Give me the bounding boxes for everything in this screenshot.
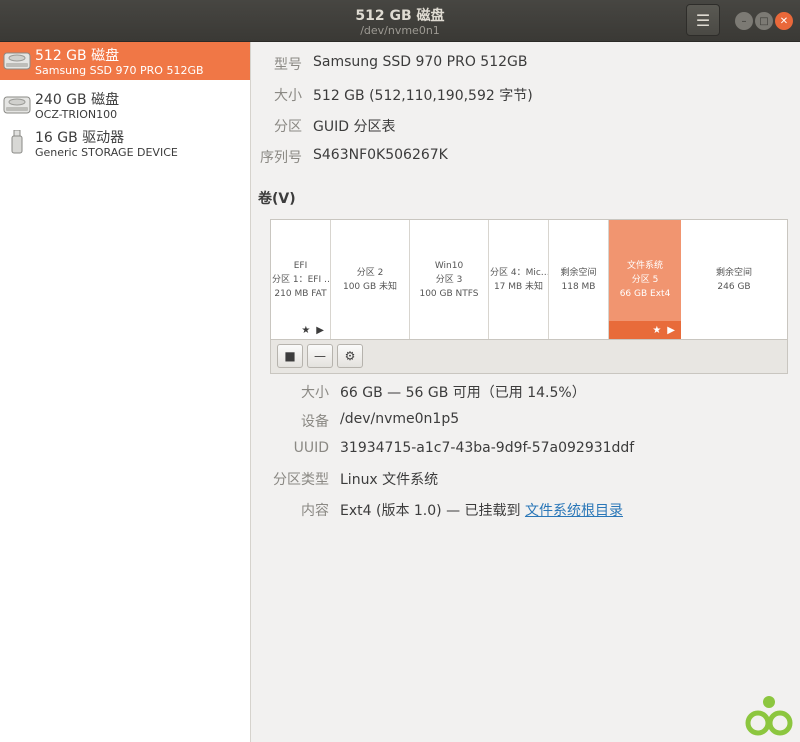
- drive-item-16gb[interactable]: 16 GB 驱动器 Generic STORAGE DEVICE: [0, 124, 250, 162]
- partition-block[interactable]: Win10 分区 3 100 GB NTFS: [410, 220, 489, 339]
- partition-block[interactable]: 分区 2 100 GB 未知: [331, 220, 410, 339]
- drive-name: 16 GB 驱动器: [35, 130, 125, 146]
- info-value: 512 GB (512,110,190,592 字节): [313, 88, 533, 104]
- partition-label: 246 GB: [717, 281, 751, 292]
- detail-value: Ext4 (版本 1.0) — 已挂载到: [340, 503, 525, 519]
- info-row-model: 型号 Samsung SSD 970 PRO 512GB: [252, 54, 800, 76]
- detail-value-wrapper: Ext4 (版本 1.0) — 已挂载到 文件系统根目录: [340, 500, 623, 520]
- partition-label: 100 GB 未知: [342, 281, 398, 292]
- detail-row-partition-type: 分区类型 Linux 文件系统: [252, 469, 800, 491]
- partition-label: EFI: [293, 260, 308, 271]
- drive-item-512gb[interactable]: 512 GB 磁盘 Samsung SSD 970 PRO 512GB: [0, 42, 250, 80]
- minimize-button[interactable]: –: [735, 12, 753, 30]
- info-label: 分区: [274, 119, 302, 135]
- info-row-size: 大小 512 GB (512,110,190,592 字节): [252, 85, 800, 107]
- partition-settings-button[interactable]: ⚙: [337, 344, 363, 368]
- info-row-partitioning: 分区 GUID 分区表: [252, 116, 800, 138]
- partition-label: 66 GB Ext4: [619, 288, 671, 299]
- mount-point-link[interactable]: 文件系统根目录: [525, 503, 623, 519]
- partition-label: 分区 5: [631, 274, 659, 285]
- window-title: 512 GB 磁盘: [355, 8, 445, 24]
- partition-block[interactable]: EFI 分区 1：EFI … 210 MB FAT ★ ▶: [271, 220, 331, 339]
- hdd-icon: [3, 52, 31, 70]
- partition-label: 剩余空间: [560, 267, 597, 278]
- partition-flags: ★ ▶: [271, 321, 330, 339]
- menu-icon: ☰: [695, 10, 711, 30]
- partition-label: 剩余空间: [715, 267, 752, 278]
- maximize-button[interactable]: □: [755, 12, 773, 30]
- drive-model: Samsung SSD 970 PRO 512GB: [35, 64, 204, 77]
- detail-value: 66 GB — 56 GB 可用（已用 14.5%）: [340, 385, 586, 401]
- detail-value: Linux 文件系统: [340, 472, 439, 488]
- stop-icon: ■: [284, 349, 296, 363]
- partition-label: 118 MB: [561, 281, 596, 292]
- info-value: S463NF0K506267K: [313, 147, 448, 163]
- partition-label: 17 MB 未知: [493, 281, 544, 292]
- star-icon: ★: [652, 324, 662, 336]
- watermark-logo: [745, 696, 793, 736]
- title-bar: 512 GB 磁盘 /dev/nvme0n1 ☰ – □ ✕: [0, 0, 800, 42]
- partition-block-selected[interactable]: 文件系统 分区 5 66 GB Ext4 ★ ▶: [609, 220, 681, 339]
- info-value: Samsung SSD 970 PRO 512GB: [313, 54, 528, 70]
- drive-model: OCZ-TRION100: [35, 108, 118, 121]
- partition-flags: ★ ▶: [609, 321, 681, 339]
- gears-icon: ⚙: [344, 349, 356, 363]
- play-icon: ▶: [667, 324, 675, 336]
- info-label: 大小: [274, 88, 302, 104]
- maximize-icon: □: [759, 15, 769, 27]
- disk-details-panel: 型号 Samsung SSD 970 PRO 512GB 大小 512 GB (…: [252, 42, 800, 742]
- hdd-icon: [3, 96, 31, 114]
- drive-name: 512 GB 磁盘: [35, 48, 120, 64]
- info-label: 型号: [274, 57, 302, 73]
- detail-label: 分区类型: [273, 472, 329, 488]
- detail-row-uuid: UUID 31934715-a1c7-43ba-9d9f-57a092931dd…: [252, 440, 800, 462]
- partition-block[interactable]: 分区 4：Mic… 17 MB 未知: [489, 220, 549, 339]
- detail-label: 大小: [301, 385, 329, 401]
- partition-block[interactable]: 剩余空间 118 MB: [549, 220, 609, 339]
- detail-label: 设备: [301, 414, 329, 430]
- close-icon: ✕: [779, 15, 789, 27]
- window-subtitle: /dev/nvme0n1: [360, 24, 440, 37]
- detail-label: 内容: [301, 503, 329, 519]
- partition-label: 分区 3: [435, 274, 463, 285]
- detail-value: 31934715-a1c7-43ba-9d9f-57a092931ddf: [340, 440, 635, 456]
- partition-label: 100 GB NTFS: [419, 288, 479, 299]
- info-row-serial: 序列号 S463NF0K506267K: [252, 147, 800, 169]
- info-value: GUID 分区表: [313, 119, 396, 135]
- hamburger-menu-button[interactable]: ☰: [686, 4, 720, 36]
- unmount-button[interactable]: ■: [277, 344, 303, 368]
- detail-label: UUID: [293, 440, 329, 456]
- drive-model: Generic STORAGE DEVICE: [35, 146, 178, 159]
- partition-label: 210 MB FAT: [274, 288, 327, 299]
- partition-label: 文件系统: [626, 260, 663, 271]
- partition-block[interactable]: 剩余空间 246 GB: [681, 220, 787, 339]
- detail-row-size: 大小 66 GB — 56 GB 可用（已用 14.5%）: [252, 382, 800, 404]
- drive-name: 240 GB 磁盘: [35, 92, 120, 108]
- partition-label: 分区 1：EFI …: [272, 274, 330, 285]
- partition-label: 分区 2: [356, 267, 384, 278]
- minimize-icon: –: [741, 15, 747, 27]
- drive-item-240gb[interactable]: 240 GB 磁盘 OCZ-TRION100: [0, 86, 250, 124]
- drive-list: 512 GB 磁盘 Samsung SSD 970 PRO 512GB 240 …: [0, 42, 251, 742]
- close-button[interactable]: ✕: [775, 12, 793, 30]
- detail-row-contents: 内容 Ext4 (版本 1.0) — 已挂载到 文件系统根目录: [252, 500, 800, 522]
- delete-partition-button[interactable]: —: [307, 344, 333, 368]
- usb-drive-icon: [11, 130, 23, 154]
- minus-icon: —: [314, 349, 326, 363]
- play-icon: ▶: [316, 324, 324, 336]
- partition-toolbar: ■ — ⚙: [270, 340, 788, 374]
- partition-map: EFI 分区 1：EFI … 210 MB FAT ★ ▶ 分区 2 100 G…: [270, 219, 788, 340]
- detail-value: /dev/nvme0n1p5: [340, 411, 460, 427]
- detail-row-device: 设备 /dev/nvme0n1p5: [252, 411, 800, 433]
- info-label: 序列号: [260, 150, 302, 166]
- partition-label: 分区 4：Mic…: [490, 267, 548, 278]
- star-icon: ★: [301, 324, 311, 336]
- volumes-heading: 卷(V): [258, 191, 296, 207]
- partition-label: Win10: [434, 260, 464, 271]
